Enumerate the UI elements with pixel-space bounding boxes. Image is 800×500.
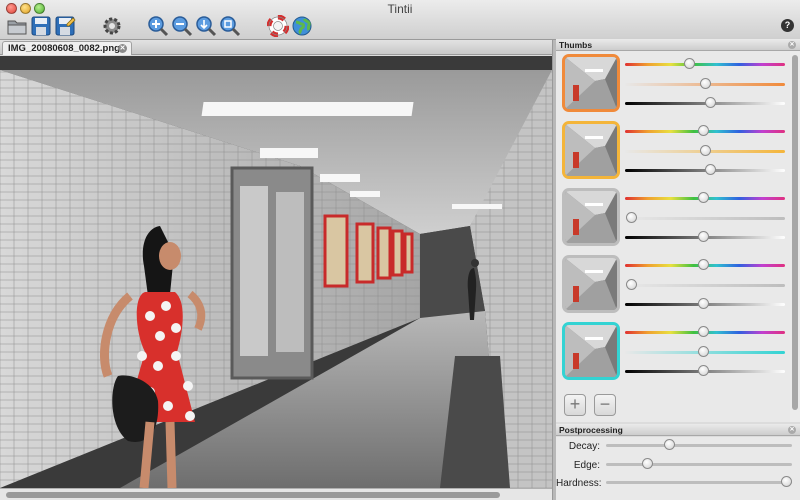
zoom-fit-icon: [196, 16, 217, 37]
postprocessing-panel-title: Postprocessing: [559, 425, 623, 435]
thumb-row[interactable]: [560, 188, 790, 250]
value-slider[interactable]: [625, 164, 785, 176]
saturation-slider[interactable]: [625, 212, 785, 224]
thumbs-vertical-scrollbar[interactable]: [790, 51, 800, 422]
hue-slider[interactable]: [625, 192, 785, 204]
thumb-row[interactable]: [560, 121, 790, 183]
thumb-preview-image[interactable]: [562, 54, 620, 112]
hue-slider-knob[interactable]: [698, 192, 710, 203]
zoom-out-icon: [172, 16, 193, 37]
value-slider[interactable]: [625, 97, 785, 109]
save-as-icon: [55, 16, 76, 36]
zoom-fit-button[interactable]: [195, 15, 217, 37]
thumb-row[interactable]: [560, 255, 790, 317]
hardness-slider-knob[interactable]: [781, 476, 792, 487]
tab-close-icon[interactable]: ✕: [118, 44, 127, 53]
zoom-in-icon: [148, 16, 169, 37]
saturation-slider[interactable]: [625, 346, 785, 358]
decay-slider[interactable]: [606, 439, 792, 451]
thumbs-scroll-thumb[interactable]: [792, 55, 798, 410]
thumb-preview-image[interactable]: [562, 188, 620, 246]
document-tab[interactable]: IMG_20080608_0082.png ✕: [2, 41, 132, 55]
save-button[interactable]: [30, 15, 52, 37]
thumb-preview-image[interactable]: [562, 121, 620, 179]
saturation-slider-knob[interactable]: [700, 78, 711, 89]
help-question-icon[interactable]: ?: [781, 19, 794, 32]
zoom-actual-button[interactable]: [219, 15, 241, 37]
saturation-slider-track: [625, 284, 785, 287]
help-lifebuoy-icon: [267, 15, 289, 37]
hue-slider-knob[interactable]: [698, 259, 710, 270]
thumb-row[interactable]: [560, 54, 790, 116]
saturation-slider-knob[interactable]: [698, 346, 710, 357]
zoom-in-button[interactable]: [147, 15, 169, 37]
thumbs-panel-title: Thumbs: [559, 40, 593, 50]
hue-slider[interactable]: [625, 125, 785, 137]
value-slider[interactable]: [625, 231, 785, 243]
web-globe-icon: [292, 16, 312, 36]
value-slider-knob[interactable]: [704, 97, 716, 108]
hue-slider-track: [625, 63, 785, 66]
hue-slider[interactable]: [625, 326, 785, 338]
saturation-slider-track: [625, 217, 785, 220]
save-icon: [31, 16, 51, 36]
edge-slider-knob[interactable]: [641, 458, 653, 469]
horizontal-scrollbar[interactable]: [0, 488, 552, 500]
saturation-slider[interactable]: [625, 145, 785, 157]
hue-slider[interactable]: [625, 259, 785, 271]
edge-slider[interactable]: [606, 458, 792, 470]
value-slider-knob[interactable]: [698, 231, 710, 242]
hue-slider-knob[interactable]: [698, 326, 710, 337]
saturation-slider-knob[interactable]: [700, 145, 711, 156]
value-slider[interactable]: [625, 365, 785, 377]
saturation-slider-knob[interactable]: [626, 212, 638, 223]
hardness-label: Hardness:: [556, 478, 602, 489]
decay-label: Decay:: [568, 441, 600, 452]
open-icon: [7, 20, 27, 35]
thumb-preview-image[interactable]: [562, 255, 620, 313]
remove-thumb-button[interactable]: −: [594, 394, 616, 416]
edge-label: Edge:: [573, 460, 600, 471]
document-tab-label: IMG_20080608_0082.png: [8, 43, 120, 54]
preferences-icon: [103, 17, 121, 35]
image-canvas[interactable]: [0, 56, 552, 488]
value-slider-knob[interactable]: [698, 365, 710, 376]
value-slider[interactable]: [625, 298, 785, 310]
saturation-slider-knob[interactable]: [626, 279, 638, 290]
saturation-slider[interactable]: [625, 78, 785, 90]
thumbs-panel-header: Thumbs ✕: [556, 39, 800, 51]
open-button[interactable]: [6, 15, 28, 37]
save-as-button[interactable]: [54, 15, 76, 37]
value-slider-knob[interactable]: [704, 164, 716, 175]
horizontal-scroll-thumb[interactable]: [6, 492, 500, 498]
photo-subway-tunnel: [0, 56, 552, 488]
document-tabbar: IMG_20080608_0082.png ✕: [0, 40, 552, 55]
add-thumb-button[interactable]: +: [564, 394, 586, 416]
postprocessing-panel-close-icon[interactable]: ✕: [788, 426, 796, 434]
zoom-actual-icon: [220, 16, 241, 37]
zoom-out-button[interactable]: [171, 15, 193, 37]
thumb-row[interactable]: [560, 322, 790, 384]
value-slider-knob[interactable]: [698, 298, 710, 309]
window-titlebar: Tintii ?: [0, 0, 800, 40]
website-button[interactable]: [291, 15, 313, 37]
saturation-slider[interactable]: [625, 279, 785, 291]
hardness-slider[interactable]: [606, 476, 792, 488]
postprocessing-panel-header: Postprocessing ✕: [556, 424, 800, 436]
decay-slider-knob[interactable]: [664, 439, 676, 450]
thumbs-panel-close-icon[interactable]: ✕: [788, 41, 796, 49]
preferences-button[interactable]: [101, 15, 123, 37]
hue-slider-knob[interactable]: [684, 58, 695, 69]
window-title: Tintii: [387, 2, 413, 16]
hue-slider-knob[interactable]: [698, 125, 710, 136]
hue-slider[interactable]: [625, 58, 785, 70]
help-button[interactable]: [267, 15, 289, 37]
thumb-preview-image[interactable]: [562, 322, 620, 380]
